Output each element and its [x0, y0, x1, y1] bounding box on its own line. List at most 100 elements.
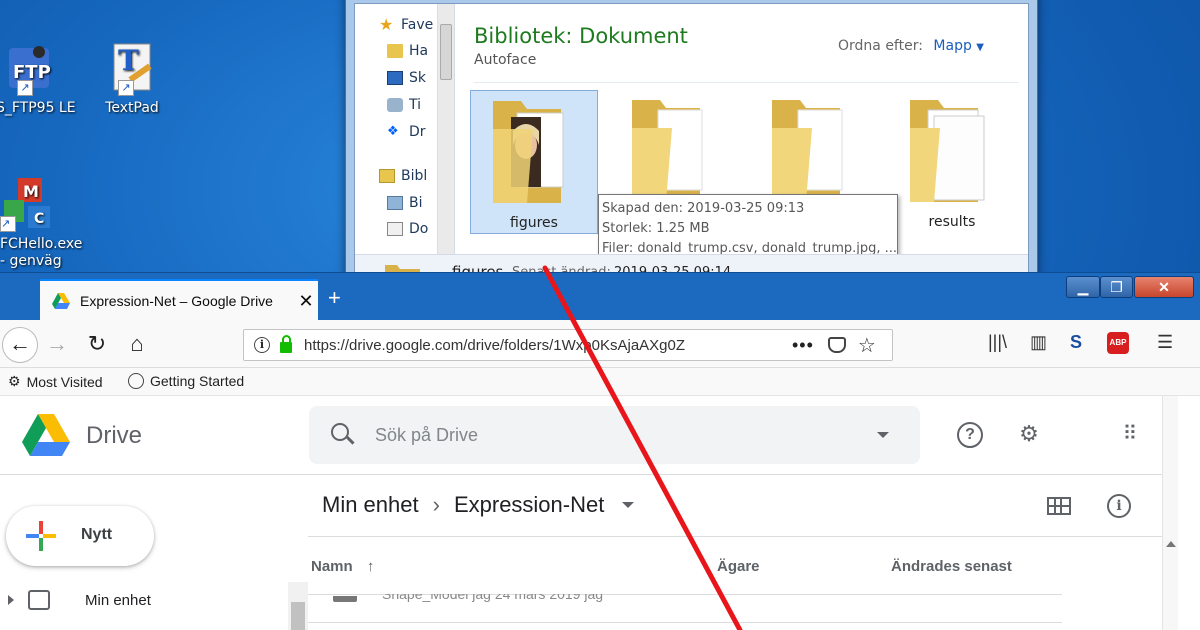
reload-button[interactable]: ↻ [82, 330, 112, 360]
arrange-dropdown[interactable]: Mapp ▼ [933, 38, 984, 54]
home-icon: ⌂ [130, 331, 144, 356]
folder-icon [632, 100, 703, 202]
help-icon[interactable]: ? [957, 422, 983, 448]
folder-name: figures [510, 215, 558, 231]
recent-places-icon [387, 98, 403, 112]
arrow-left-icon: ← [9, 331, 31, 356]
scroll-thumb[interactable] [291, 602, 305, 630]
page-scrollbar[interactable] [1162, 396, 1178, 630]
textpad-icon: T ↗ [104, 40, 160, 96]
close-window-button[interactable]: ✕ [1134, 276, 1194, 298]
search-options-icon[interactable] [877, 432, 889, 438]
arrange-label: Ordna efter: [838, 38, 923, 54]
column-header-modified[interactable]: Ändrades senast [891, 558, 1012, 575]
info-icon[interactable]: i [254, 337, 270, 353]
forward-button[interactable]: → [42, 330, 72, 360]
hamburger-menu-icon[interactable]: ☰ [1157, 332, 1173, 353]
minimize-button[interactable]: ▁ [1066, 276, 1100, 298]
pocket-icon[interactable] [827, 337, 846, 353]
nav-item-pictures[interactable]: Bi [387, 192, 423, 214]
google-drive-logo-icon[interactable] [22, 414, 70, 456]
nav-item-desktop[interactable]: Sk [387, 67, 426, 89]
nav-item-downloads[interactable]: Ha [387, 40, 428, 62]
new-button[interactable]: Nytt [6, 506, 154, 566]
scroll-up-icon[interactable] [1166, 541, 1176, 547]
table-row[interactable]: Shape_Model jag 24 mars 2019 jag [382, 594, 603, 602]
tab-google-drive[interactable]: Expression-Net – Google Drive ✕ [40, 279, 318, 321]
maximize-button[interactable]: ❐ [1100, 276, 1133, 298]
svg-text:M: M [23, 182, 39, 201]
firefox-window: Expression-Net – Google Drive ✕ + ▁ ❐ ✕ … [0, 272, 1200, 630]
adblock-plus-icon[interactable]: ABP [1107, 332, 1129, 354]
close-icon: ✕ [1158, 279, 1170, 295]
folder-item[interactable]: results [888, 90, 1016, 234]
info-icon[interactable]: i [1107, 494, 1131, 518]
tooltip-created: Skapad den: 2019-03-25 09:13 [602, 201, 805, 216]
search-bar[interactable]: Sök på Drive [309, 406, 920, 464]
tooltip-size: Storlek: 1.25 MB [602, 221, 710, 236]
google-drive-icon [52, 293, 70, 309]
nav-item-documents[interactable]: Do [387, 218, 428, 240]
gear-icon: ⚙ [8, 373, 21, 389]
nav-item-dropbox[interactable]: ❖ Dr [387, 121, 426, 143]
url-bar[interactable]: i https://drive.google.com/drive/folders… [243, 329, 893, 361]
column-header-name[interactable]: Namn ↑ [311, 558, 374, 575]
bookmark-getting-started[interactable]: Getting Started [128, 373, 244, 389]
scroll-thumb[interactable] [440, 24, 452, 80]
page-actions-icon[interactable]: ••• [792, 335, 814, 356]
extension-s-icon[interactable]: S [1070, 332, 1082, 353]
divider [474, 82, 1019, 83]
folder-icon [772, 100, 843, 202]
new-tab-button[interactable]: + [328, 285, 341, 311]
arrow-right-icon: → [46, 331, 68, 356]
folder-with-documents-icon [910, 100, 985, 202]
breadcrumb: Min enhet › Expression-Net [322, 492, 635, 518]
arrange-by: Ordna efter: Mapp ▼ [838, 38, 984, 54]
folder-name: results [928, 214, 976, 230]
drive-brand[interactable]: Drive [86, 422, 142, 450]
svg-text:C: C [34, 211, 44, 227]
folder-item[interactable]: figures [470, 90, 598, 234]
pictures-icon [387, 196, 403, 210]
dropbox-icon: ❖ [387, 124, 399, 139]
nav-item-recent[interactable]: Ti [387, 94, 421, 116]
desktop-icon-label: TextPad [105, 100, 159, 116]
folder-icon [333, 596, 357, 602]
desktop-icon-fchello[interactable]: M C ↗ FCHello.exe - genväg [0, 176, 82, 270]
breadcrumb-current-folder[interactable]: Expression-Net [454, 492, 604, 518]
svg-text:T: T [118, 44, 139, 77]
home-button[interactable]: ⌂ [122, 330, 152, 360]
sidebar-icon[interactable]: ▥ [1030, 332, 1047, 353]
back-button[interactable]: ← [2, 327, 38, 363]
desktop-icon-textpad[interactable]: T ↗ TextPad [87, 40, 177, 116]
settings-gear-icon[interactable]: ⚙ [1016, 422, 1042, 448]
url-text[interactable]: https://drive.google.com/drive/folders/1… [304, 337, 774, 354]
google-drive-page: Drive Sök på Drive ? ⚙ ⠿ T Nytt Min enhe… [0, 396, 1200, 630]
new-button-label: Nytt [81, 526, 113, 543]
maximize-icon: ❐ [1110, 279, 1123, 295]
bookmark-most-visited[interactable]: ⚙ Most Visited [8, 373, 103, 390]
desktop-icon-ftp[interactable]: FTP ↗ VS_FTP95 LE [0, 40, 76, 116]
header-divider [0, 474, 1200, 475]
sort-arrow-up-icon[interactable]: ↑ [367, 558, 375, 575]
nav-item-favorites[interactable]: ★ Fave [379, 14, 433, 36]
search-icon[interactable] [331, 423, 349, 441]
apps-grid-icon[interactable]: ⠿ [1116, 422, 1142, 448]
star-icon: ★ [379, 15, 394, 34]
chevron-down-icon[interactable] [622, 502, 635, 508]
breadcrumb-my-drive[interactable]: Min enhet [322, 492, 419, 518]
nav-scrollbar[interactable] [437, 4, 454, 254]
column-header-owner[interactable]: Ägare [717, 558, 760, 575]
library-icon[interactable]: |||\ [988, 332, 1007, 353]
nav-item-libraries[interactable]: Bibl [379, 165, 427, 187]
sidebar-scrollbar[interactable] [288, 582, 308, 630]
expand-arrow-icon[interactable] [8, 595, 14, 605]
bookmarks-toolbar: ⚙ Most Visited Getting Started [0, 368, 1200, 396]
plus-icon [26, 521, 56, 551]
grid-view-icon[interactable] [1047, 497, 1071, 515]
divider [308, 622, 1062, 623]
bookmark-star-icon[interactable]: ☆ [858, 333, 876, 358]
sidebar-item-label: Min enhet [85, 592, 151, 609]
search-input[interactable]: Sök på Drive [375, 425, 478, 446]
close-icon[interactable]: ✕ [294, 291, 318, 312]
